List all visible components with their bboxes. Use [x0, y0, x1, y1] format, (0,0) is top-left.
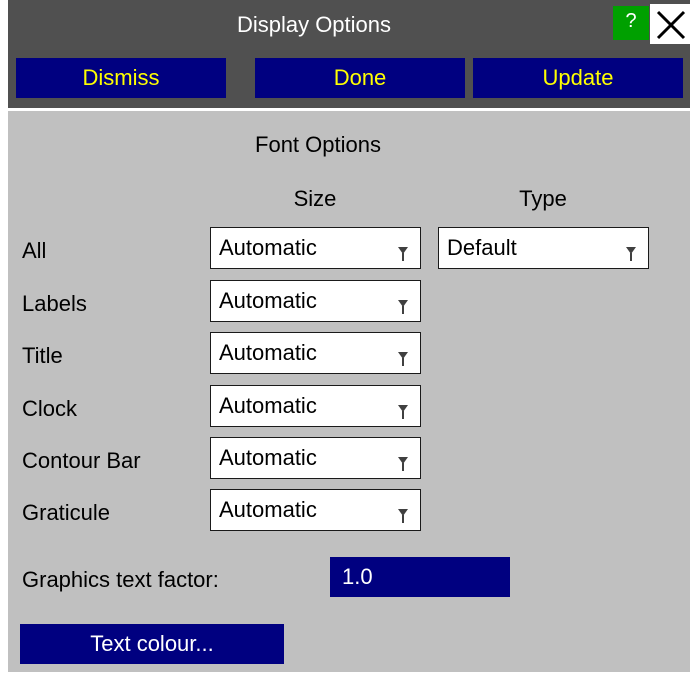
row-label-title: Title — [22, 343, 63, 368]
dropdown-value: Automatic — [219, 340, 317, 365]
chevron-down-icon — [398, 300, 408, 314]
dismiss-button[interactable]: Dismiss — [16, 58, 226, 98]
size-column-header: Size — [293, 186, 337, 211]
font-options-heading: Font Options — [255, 132, 381, 157]
chevron-down-icon — [398, 247, 408, 261]
type-column-header: Type — [519, 186, 567, 211]
size-dropdown-title[interactable]: Automatic — [210, 332, 421, 374]
title-bar: Display Options ? — [8, 0, 690, 48]
dropdown-value: Default — [447, 235, 517, 260]
close-button[interactable] — [650, 4, 690, 44]
dropdown-value: Automatic — [219, 235, 317, 260]
row-label-graticule: Graticule — [22, 500, 111, 525]
action-bar: Dismiss Done Update — [8, 48, 690, 108]
dropdown-value: Automatic — [219, 445, 317, 470]
done-button[interactable]: Done — [255, 58, 465, 98]
row-label-clock: Clock — [22, 396, 78, 421]
graphics-text-factor-input[interactable]: 1.0 — [330, 557, 510, 597]
chevron-down-icon — [398, 352, 408, 366]
chevron-down-icon — [626, 247, 636, 261]
row-label-contour-bar: Contour Bar — [22, 448, 141, 473]
chevron-down-icon — [398, 457, 408, 471]
graphics-text-factor-label: Graphics text factor: — [22, 567, 219, 592]
size-dropdown-contour-bar[interactable]: Automatic — [210, 437, 421, 479]
dropdown-value: Automatic — [219, 393, 317, 418]
text-colour-button[interactable]: Text colour... — [20, 624, 284, 664]
type-dropdown-all[interactable]: Default — [438, 227, 649, 269]
display-options-window: Display Options ? Dismiss Done Update Fo… — [8, 0, 690, 672]
chevron-down-icon — [398, 405, 408, 419]
window-title: Display Options — [236, 12, 392, 37]
row-label-all: All — [22, 238, 47, 263]
close-icon — [656, 10, 686, 40]
row-label-labels: Labels — [22, 291, 87, 316]
size-dropdown-labels[interactable]: Automatic — [210, 280, 421, 322]
help-button[interactable]: ? — [613, 6, 649, 40]
update-button[interactable]: Update — [473, 58, 683, 98]
dropdown-value: Automatic — [219, 497, 317, 522]
size-dropdown-clock[interactable]: Automatic — [210, 385, 421, 427]
divider — [8, 108, 690, 111]
dropdown-value: Automatic — [219, 288, 317, 313]
chevron-down-icon — [398, 509, 408, 523]
size-dropdown-graticule[interactable]: Automatic — [210, 489, 421, 531]
size-dropdown-all[interactable]: Automatic — [210, 227, 421, 269]
